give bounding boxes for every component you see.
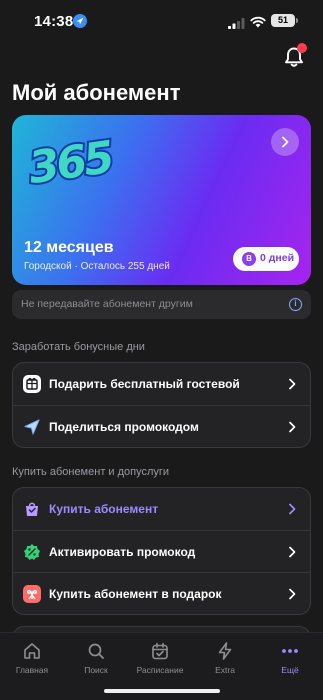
tab-more[interactable]: Ещё xyxy=(258,641,322,681)
buy-subscription-row[interactable]: Купить абонемент xyxy=(13,488,310,530)
buy-subscription-label: Купить абонемент xyxy=(49,502,159,516)
tab-more-label: Ещё xyxy=(281,665,299,675)
tab-search-label: Поиск xyxy=(84,665,108,675)
logo-365: 365 xyxy=(24,130,119,189)
send-icon xyxy=(23,418,41,436)
chevron-right-icon xyxy=(289,421,296,433)
chevron-right-icon xyxy=(289,503,296,515)
buy-gift-label: Купить абонемент в подарок xyxy=(49,587,222,601)
share-promo-label: Поделиться промокодом xyxy=(49,420,199,434)
buy-section-title: Купить абонемент и допуслуги xyxy=(12,466,170,478)
cellular-signal-icon xyxy=(228,16,245,34)
status-bar: 14:38 51 xyxy=(0,0,323,44)
percent-badge-icon xyxy=(23,543,41,561)
activate-promo-row[interactable]: Активировать промокод xyxy=(13,530,310,572)
notice-text: Не передавайте абонемент другим xyxy=(21,298,193,310)
buy-list: Купить абонемент Активировать промокод К… xyxy=(12,487,311,615)
bonus-days-pill[interactable]: B 0 дней xyxy=(233,247,299,271)
tab-extra[interactable]: Extra xyxy=(193,641,257,681)
logo-365-text: 365 xyxy=(26,132,117,189)
card-open-button[interactable] xyxy=(271,128,299,156)
chevron-right-icon xyxy=(282,136,289,148)
home-icon xyxy=(24,643,40,659)
calendar-icon xyxy=(152,642,168,660)
share-promo-row[interactable]: Поделиться промокодом xyxy=(13,405,310,447)
chevron-right-icon xyxy=(289,588,296,600)
info-icon[interactable]: i xyxy=(289,298,302,311)
tab-schedule-label: Расписание xyxy=(136,665,184,675)
gift-guest-label: Подарить бесплатный гостевой xyxy=(49,377,240,391)
battery-tip xyxy=(296,18,298,23)
gift-ticket-icon xyxy=(23,375,41,393)
bonus-badge-icon: B xyxy=(242,252,256,266)
notification-badge xyxy=(297,43,307,53)
bonus-list: Подарить бесплатный гостевой Поделиться … xyxy=(12,362,311,448)
gift-icon xyxy=(23,585,41,603)
tab-search[interactable]: Поиск xyxy=(64,641,128,681)
subscription-details: Городской · Осталось 255 дней xyxy=(24,261,170,272)
more-dots-icon xyxy=(282,649,298,653)
tab-schedule[interactable]: Расписание xyxy=(128,641,192,681)
gift-guest-row[interactable]: Подарить бесплатный гостевой xyxy=(13,363,310,405)
lightning-icon xyxy=(218,642,232,660)
search-icon xyxy=(88,643,104,659)
battery-icon: 51 xyxy=(271,14,295,27)
notice-banner: Не передавайте абонемент другим i xyxy=(12,290,311,319)
chevron-right-icon xyxy=(289,546,296,558)
subscription-card[interactable]: 365 12 месяцев Городской · Осталось 255 … xyxy=(12,115,311,285)
buy-gift-row[interactable]: Купить абонемент в подарок xyxy=(13,572,310,614)
status-time: 14:38 xyxy=(34,13,74,30)
location-arrow-icon xyxy=(73,14,87,28)
activate-promo-label: Активировать промокод xyxy=(49,545,196,559)
subscription-period: 12 месяцев xyxy=(24,239,114,256)
shopping-bag-icon xyxy=(23,500,41,518)
bonus-days-text: 0 дней xyxy=(260,252,295,264)
tab-home-label: Главная xyxy=(15,665,49,675)
chevron-right-icon xyxy=(289,378,296,390)
tab-home[interactable]: Главная xyxy=(0,641,64,681)
tab-extra-label: Extra xyxy=(215,665,235,675)
wifi-icon xyxy=(250,15,266,33)
page-title: Мой абонемент xyxy=(12,80,181,105)
home-indicator xyxy=(104,689,220,693)
bonus-section-title: Заработать бонусные дни xyxy=(12,341,145,353)
